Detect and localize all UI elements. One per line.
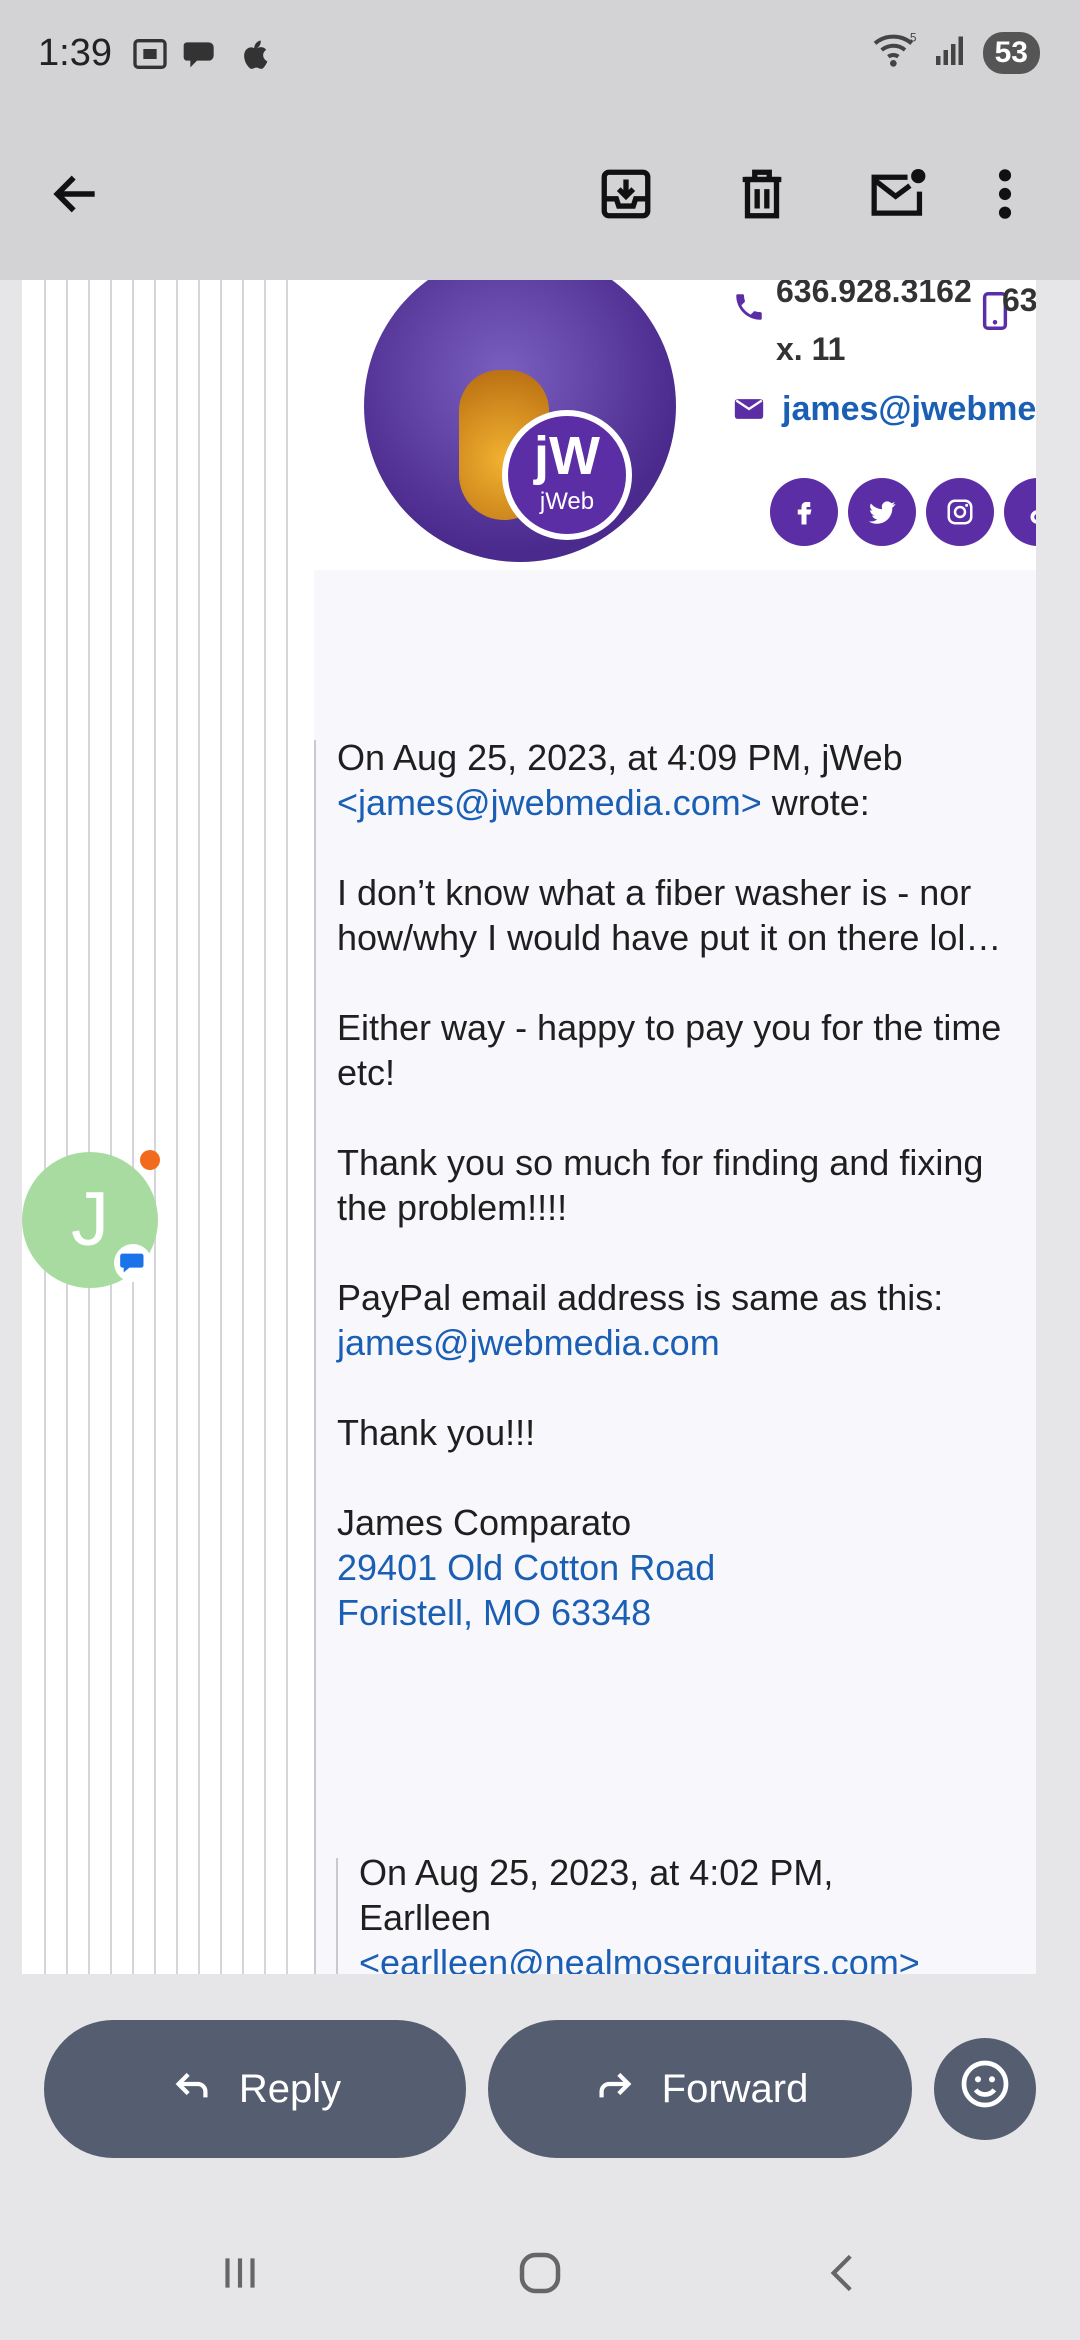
message-toolbar [0,110,1080,280]
quoted-message-text: On Aug 25, 2023, at 4:09 PM, jWeb <james… [337,735,1036,1680]
message-paragraph: Thank you!!! [337,1412,536,1453]
archive-icon [597,165,655,228]
email-icon [732,392,766,431]
message-paragraph: Thank you so much for finding and fixing… [337,1142,984,1228]
recent-apps-button[interactable] [200,2240,280,2310]
signature-extension: x. 11 [776,331,846,367]
unread-dot [140,1150,160,1170]
message-body[interactable]: jW jWeb 636.928.3162 x. 11 63 james@jweb… [22,280,1036,1974]
nested-quote: On Aug 25, 2023, at 4:02 PM, Earlleen <e… [359,1850,1036,1974]
svg-text:5: 5 [910,32,916,45]
more-vert-icon [995,166,1015,227]
smiley-icon [957,2056,1013,2122]
more-options-button[interactable] [980,158,1030,234]
quote-header-wrote: wrote: [761,782,870,823]
message-paragraph: PayPal email address is same as this: [337,1277,944,1318]
signature-email-link[interactable]: james@jwebmedia [782,390,1036,429]
forward-label: Forward [661,2066,809,2111]
mark-unread-button[interactable] [860,158,936,234]
emoji-reaction-button[interactable] [934,2038,1036,2140]
screenshot-icon [130,34,170,79]
thread-lines [44,280,314,1974]
mark-unread-icon [867,165,929,228]
chat-icon [182,34,222,79]
recent-apps-icon [215,2248,265,2303]
signature-phone[interactable]: 636.928.3162 [776,280,972,320]
archive-button[interactable] [588,158,664,234]
phone-icon [732,290,766,329]
email-signature-card: jW jWeb 636.928.3162 x. 11 63 james@jweb… [314,280,1036,570]
delete-button[interactable] [724,158,800,234]
back-button[interactable] [38,158,114,234]
address-link-line2[interactable]: Foristell, MO 63348 [337,1592,651,1633]
forward-button[interactable]: Forward [488,2020,912,2158]
wifi-icon: 5 [871,30,919,75]
status-time: 1:39 [38,32,112,74]
nested-quote-header: On Aug 25, 2023, at 4:02 PM, [359,1852,834,1893]
message-paragraph: I don’t know what a fiber washer is - no… [337,872,1002,958]
nested-quote-email-link[interactable]: <earlleen@nealmoserguitars.com> [359,1942,920,1974]
twitter-icon[interactable] [848,478,916,546]
battery-indicator: 53 [982,31,1040,74]
chevron-left-icon [819,2248,869,2303]
signature-name: James Comparato [337,1502,632,1543]
quote-header: On Aug 25, 2023, at 4:09 PM, jWeb [337,737,903,778]
address-link-line1[interactable]: 29401 Old Cotton Road [337,1547,715,1588]
system-nav-bar [0,2200,1080,2340]
system-back-button[interactable] [804,2240,884,2310]
quote-header-email-link[interactable]: <james@jwebmedia.com> [337,782,762,823]
home-icon [513,2246,567,2305]
jweb-logo: jW jWeb [502,410,632,540]
nested-quote-bar [336,1858,338,1974]
signature-mobile[interactable]: 63 [1002,282,1036,319]
forward-icon [592,2061,638,2117]
message-paragraph: Either way - happy to pay you for the ti… [337,1007,1002,1093]
quote-bar [314,740,316,1974]
home-button[interactable] [500,2240,580,2310]
chat-badge-icon [114,1244,152,1282]
arrow-left-icon [48,166,104,227]
apple-icon [234,34,274,79]
tiktok-icon[interactable] [1004,478,1036,546]
signal-icon [933,32,969,73]
instagram-icon[interactable] [926,478,994,546]
facebook-icon[interactable] [770,478,838,546]
reply-icon [169,2061,215,2117]
delete-icon [733,165,791,228]
paypal-email-link[interactable]: james@jwebmedia.com [337,1322,720,1363]
status-bar: 1:39 5 53 [0,0,1080,110]
reply-button[interactable]: Reply [44,2020,466,2158]
social-links [770,478,1036,546]
nested-quote-sender: Earlleen [359,1897,492,1938]
reply-label: Reply [238,2066,342,2111]
